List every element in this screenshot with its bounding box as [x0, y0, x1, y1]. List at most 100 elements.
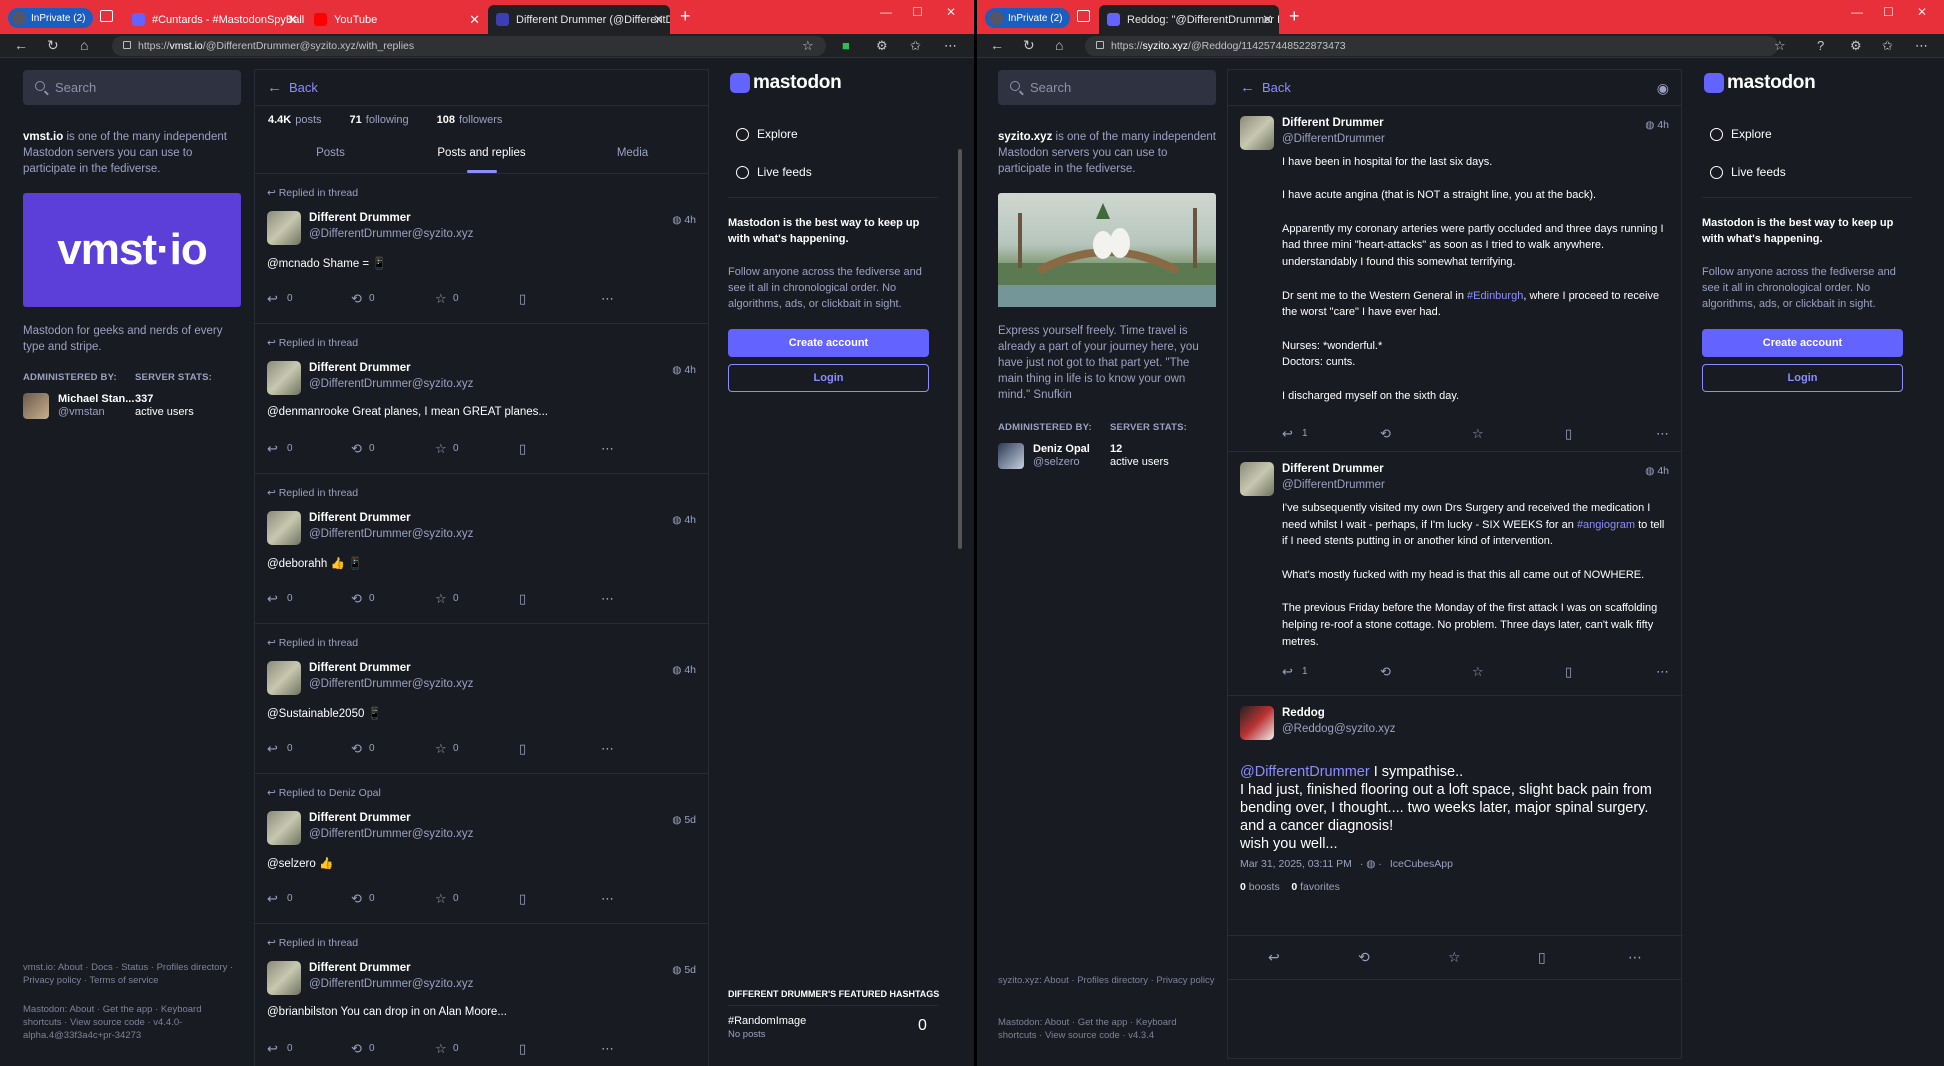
favorite-icon[interactable]: ☆ — [435, 591, 447, 607]
browser-tab-reddog[interactable]: Reddog: "@DifferentDrummer I s ✕ — [1099, 5, 1279, 34]
favorite-icon[interactable]: ☆ — [1472, 664, 1484, 680]
reply-icon[interactable]: ↩ — [267, 741, 278, 757]
bookmark-icon[interactable]: ▯ — [519, 891, 526, 907]
favorite-icon[interactable]: ☆ — [435, 441, 447, 457]
post-time[interactable]: ◍ 4h — [672, 664, 696, 676]
bookmark-icon[interactable]: ▯ — [1538, 949, 1546, 966]
thread-post-2[interactable]: Different Drummer @DifferentDrummer ◍ 4h… — [1228, 452, 1681, 696]
post-time[interactable]: ◍ 4h — [1645, 465, 1669, 477]
close-window-icon[interactable]: ✕ — [946, 5, 956, 19]
more-options-icon[interactable]: ⋯ — [601, 1041, 614, 1057]
boost-icon[interactable]: ⟲ — [351, 741, 362, 757]
nav-explore[interactable]: Explore — [1710, 127, 1772, 141]
profile-post[interactable]: ↩ Replied in thread Different Drummer @Dif… — [255, 474, 708, 624]
back-button[interactable]: ← Back — [1228, 70, 1681, 106]
login-button[interactable]: Login — [1702, 364, 1903, 392]
create-account-button[interactable]: Create account — [1702, 329, 1903, 357]
more-options-icon[interactable]: ⋯ — [1628, 949, 1642, 966]
post-author-name[interactable]: Different Drummer — [309, 512, 411, 524]
post-author-name[interactable]: Different Drummer — [309, 362, 411, 374]
search-input[interactable]: Search — [998, 70, 1216, 105]
post-avatar[interactable] — [1240, 706, 1274, 740]
more-options-icon[interactable]: ⋯ — [1656, 664, 1669, 680]
search-input[interactable]: Search — [23, 70, 241, 105]
close-window-icon[interactable]: ✕ — [1917, 5, 1927, 19]
boost-icon[interactable]: ⟲ — [351, 441, 362, 457]
favorite-star-icon[interactable]: ☆ — [1774, 38, 1786, 54]
back-button[interactable]: ← Back — [255, 70, 708, 106]
post-time[interactable]: ◍ 5d — [672, 964, 696, 976]
address-input[interactable]: https://syzito.xyz/@Reddog/1142574485228… — [1085, 36, 1778, 56]
more-options-icon[interactable]: ⋯ — [601, 591, 614, 607]
more-options-icon[interactable]: ⋯ — [601, 891, 614, 907]
reply-icon[interactable]: ↩ — [1282, 426, 1293, 442]
post-time[interactable]: ◍ 4h — [672, 214, 696, 226]
post-avatar[interactable] — [1240, 462, 1274, 496]
reply-icon[interactable]: ↩ — [1268, 949, 1280, 966]
more-options-icon[interactable]: ⋯ — [601, 741, 614, 757]
browser-tab-cuntards[interactable]: #Cuntards - #MastodonSpyBalloo ✕ — [124, 5, 304, 34]
post-time[interactable]: ◍ 4h — [672, 364, 696, 376]
bookmark-icon[interactable]: ▯ — [519, 741, 526, 757]
boost-icon[interactable]: ⟲ — [351, 891, 362, 907]
close-tab-icon[interactable]: ✕ — [469, 12, 480, 28]
browser-tab-youtube[interactable]: YouTube ✕ — [306, 5, 486, 34]
profile-post[interactable]: ↩ Replied in thread Different Drummer @Dif… — [255, 324, 708, 474]
more-options-icon[interactable]: ⋯ — [601, 441, 614, 457]
post-date[interactable]: Mar 31, 2025, 03:11 PM — [1240, 858, 1352, 870]
maximize-icon[interactable]: ☐ — [912, 5, 923, 19]
followers-count[interactable]: 108 followers — [437, 114, 517, 126]
favorites-link[interactable]: favorites — [1300, 881, 1340, 893]
tab-actions-icon[interactable] — [1077, 10, 1090, 22]
boost-icon[interactable]: ⟲ — [1380, 664, 1391, 680]
bookmark-icon[interactable]: ▯ — [519, 441, 526, 457]
boost-icon[interactable]: ⟲ — [351, 591, 362, 607]
reply-icon[interactable]: ↩ — [267, 891, 278, 907]
post-avatar[interactable] — [267, 211, 301, 245]
post-author-name[interactable]: Different Drummer — [1282, 117, 1384, 129]
post-avatar[interactable] — [267, 511, 301, 545]
reply-icon[interactable]: ↩ — [267, 441, 278, 457]
create-account-button[interactable]: Create account — [728, 329, 929, 357]
favorite-star-icon[interactable]: ☆ — [802, 38, 814, 54]
tab-actions-icon[interactable] — [100, 10, 113, 22]
reply-icon[interactable]: ↩ — [267, 1041, 278, 1057]
favorites-icon[interactable]: ✩ — [910, 38, 921, 54]
more-icon[interactable]: ⋯ — [1915, 38, 1928, 54]
boost-icon[interactable]: ⟲ — [1358, 949, 1370, 966]
post-avatar[interactable] — [267, 961, 301, 995]
favorite-icon[interactable]: ☆ — [1472, 426, 1484, 442]
profile-post[interactable]: ↩ Replied to Deniz Opal Different Drummer… — [255, 774, 708, 924]
post-avatar[interactable] — [267, 361, 301, 395]
mention-link[interactable]: @DifferentDrummer — [1240, 764, 1370, 780]
nav-live-feeds[interactable]: Live feeds — [1710, 165, 1786, 179]
inprivate-badge[interactable]: InPrivate (2) — [985, 8, 1071, 28]
boost-icon[interactable]: ⟲ — [1380, 426, 1391, 442]
tab-posts[interactable]: Posts — [255, 134, 406, 173]
boost-icon[interactable]: ⟲ — [351, 1041, 362, 1057]
nav-live-feeds[interactable]: Live feeds — [736, 165, 812, 179]
more-options-icon[interactable]: ⋯ — [601, 291, 614, 307]
post-time[interactable]: ◍ 5d — [672, 814, 696, 826]
post-author-name[interactable]: Different Drummer — [1282, 463, 1384, 475]
eye-icon[interactable]: ◉ — [1657, 80, 1669, 97]
favorite-icon[interactable]: ☆ — [435, 1041, 447, 1057]
footer-mastodon-links[interactable]: Mastodon: About · Get the app · Keyboard… — [23, 1003, 241, 1042]
post-time[interactable]: ◍ 4h — [672, 514, 696, 526]
close-tab-icon[interactable]: ✕ — [1262, 12, 1273, 28]
nav-explore[interactable]: Explore — [736, 127, 798, 141]
footer-server-links[interactable]: vmst.io: About · Docs · Status · Profile… — [23, 961, 241, 987]
more-options-icon[interactable]: ⋯ — [1656, 426, 1669, 442]
close-tab-icon[interactable]: ✕ — [653, 12, 664, 28]
posts-count[interactable]: 4.4K posts — [268, 114, 336, 126]
favorite-icon[interactable]: ☆ — [435, 891, 447, 907]
admin-name[interactable]: Michael Stan... — [58, 393, 134, 405]
close-tab-icon[interactable]: ✕ — [287, 12, 298, 28]
profile-post[interactable]: ↩ Replied in thread Different Drummer @Dif… — [255, 924, 708, 1066]
mastodon-logo[interactable]: mastodon — [730, 71, 842, 95]
profile-post[interactable]: ↩ Replied in thread Different Drummer @Dif… — [255, 174, 708, 324]
post-avatar[interactable] — [267, 811, 301, 845]
featured-hashtag-link[interactable]: #RandomImage — [728, 1015, 806, 1027]
reply-icon[interactable]: ↩ — [267, 291, 278, 307]
help-icon[interactable]: ? — [1817, 38, 1824, 53]
